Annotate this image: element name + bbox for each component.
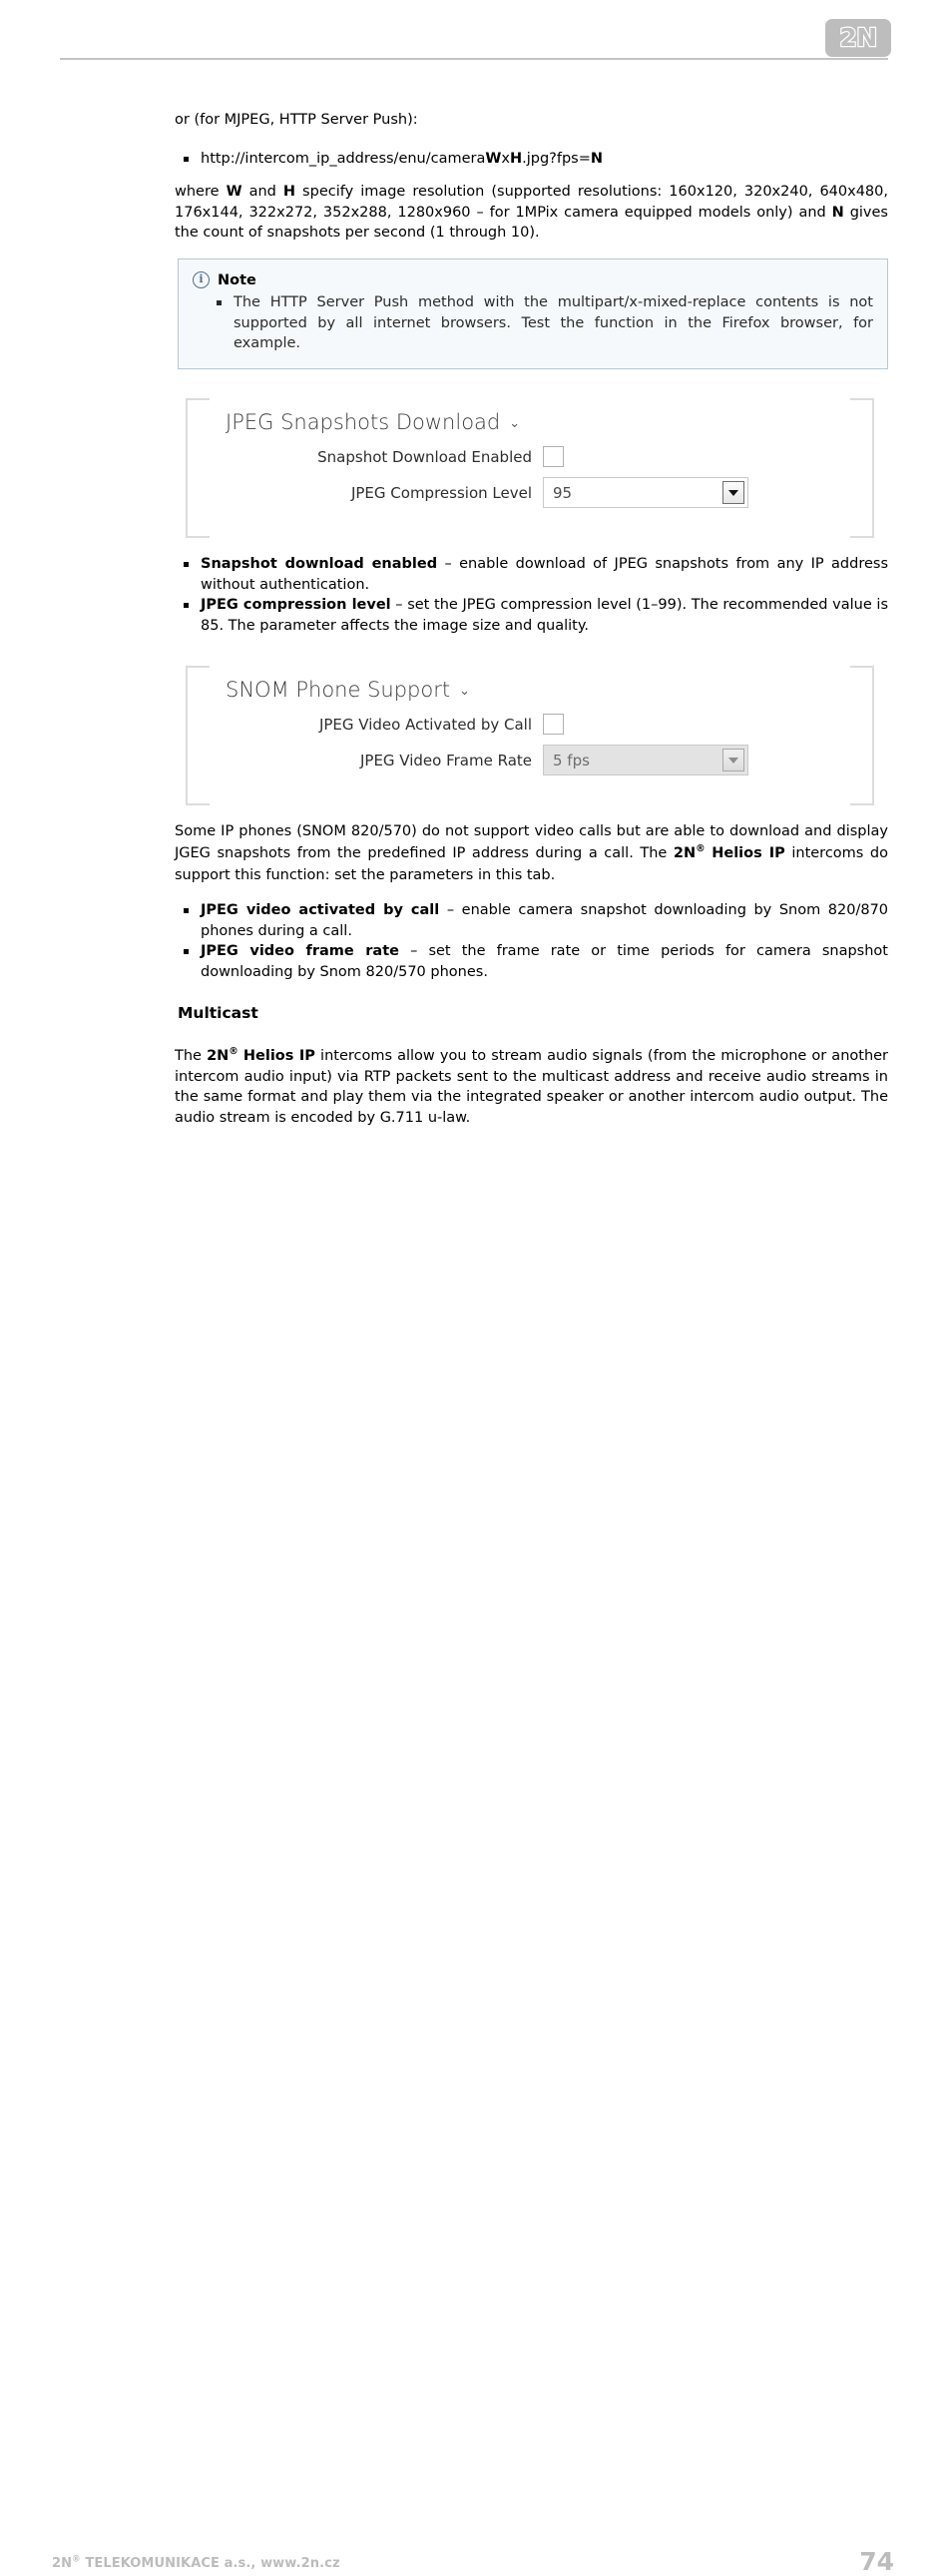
intro-lead: or (for MJPEG, HTTP Server Push): <box>175 112 418 128</box>
jpeg-snapshots-panel: JPEG Snapshots Download ⌄ Snapshot Downl… <box>181 384 879 538</box>
brand-logo: 2N <box>825 19 891 57</box>
intro-lead-block: or (for MJPEG, HTTP Server Push): <box>175 110 888 131</box>
note-box: i Note The HTTP Server Push method with … <box>178 258 888 369</box>
panel-bracket-left <box>186 398 210 538</box>
page-header: 2N <box>0 0 952 66</box>
jpeg-video-frame-rate-dropdown-button[interactable] <box>722 749 744 772</box>
url-bullet-list: http://intercom_ip_address/enu/cameraWxH… <box>175 149 888 170</box>
jpeg-video-frame-rate-label: JPEG Video Frame Rate <box>359 751 532 770</box>
brand-helios-ip: Helios IP <box>712 845 785 861</box>
snapshot-download-enabled-field <box>543 446 564 467</box>
url-x: x <box>501 151 510 167</box>
jpeg-video-activated-by-call-checkbox[interactable] <box>543 714 564 735</box>
jpeg-video-frame-rate-field: 5 fps <box>543 745 748 775</box>
multicast-paragraph-block: The 2N® Helios IP intercoms allow you to… <box>175 1046 888 1128</box>
list-item: JPEG compression level – set the JPEG co… <box>175 595 888 636</box>
footer-company-rest: TELEKOMUNIKACE a.s., www.2n.cz <box>80 2556 340 2571</box>
url-w: W <box>485 151 502 167</box>
list-item: JPEG video activated by call – enable ca… <box>175 900 888 941</box>
snom-bullet-block: JPEG video activated by call – enable ca… <box>175 900 888 982</box>
intro-paragraph: where W and H specify image resolution (… <box>175 182 888 244</box>
jpeg-video-frame-rate-select[interactable]: 5 fps <box>543 745 748 775</box>
snapshot-download-enabled-label: Snapshot Download Enabled <box>317 447 532 466</box>
url-bullet-item: http://intercom_ip_address/enu/cameraWxH… <box>175 149 888 170</box>
note-title: Note <box>218 271 256 288</box>
jpeg-video-activated-by-call-label: JPEG Video Activated by Call <box>318 715 532 734</box>
jpeg-compression-level-value: 95 <box>553 483 573 502</box>
url-prefix: http://intercom_ip_address/enu/camera <box>201 151 486 167</box>
jpeg-compression-level-field: 95 <box>543 477 748 508</box>
intro-h: H <box>282 184 296 200</box>
jpeg-compression-level-label: JPEG Compression Level <box>350 483 532 502</box>
registered-icon: ® <box>72 2554 81 2565</box>
bullet-dash: – <box>398 943 429 959</box>
brand-logo-text: 2N <box>838 22 878 53</box>
multicast-paragraph: The 2N® Helios IP intercoms allow you to… <box>175 1046 888 1128</box>
brand-helios-ip: Helios IP <box>242 1048 315 1064</box>
intro-w: W <box>226 184 242 200</box>
form-row-snapshot-download-enabled: Snapshot Download Enabled <box>181 446 879 467</box>
snom-bullet-list: JPEG video activated by call – enable ca… <box>175 900 888 982</box>
list-item: JPEG video frame rate – set the frame ra… <box>175 941 888 982</box>
brand-2n: 2N <box>207 1048 230 1064</box>
bullet-term: JPEG compression level <box>201 597 391 613</box>
brand-2n: 2N <box>673 845 697 861</box>
chevron-down-icon <box>728 757 738 764</box>
list-item: Snapshot download enabled – enable downl… <box>175 554 888 595</box>
bullet-dash: – <box>437 556 460 572</box>
multicast-p1: The <box>175 1048 208 1064</box>
info-icon: i <box>193 271 210 288</box>
jpeg-video-frame-rate-value: 5 fps <box>553 751 590 770</box>
note-header: i Note <box>193 271 873 288</box>
jpeg-video-activated-by-call-field <box>543 714 564 735</box>
url-n: N <box>590 151 604 167</box>
bullet-term: Snapshot download enabled <box>201 556 438 572</box>
bullet-term: JPEG video activated by call <box>201 902 440 918</box>
panel-bracket-left <box>186 666 210 805</box>
url-suffix: .jpg?fps= <box>522 151 591 167</box>
intro-p2: and <box>241 184 283 200</box>
multicast-heading-block: Multicast <box>178 1004 891 1022</box>
snom-panel-title[interactable]: SNOM Phone Support ⌄ <box>226 678 879 702</box>
jpeg-bullet-block: Snapshot download enabled – enable downl… <box>175 554 888 636</box>
jpeg-snapshots-panel-title-text: JPEG Snapshots Download <box>226 410 501 434</box>
document-page: 2N or (for MJPEG, HTTP Server Push): htt… <box>0 0 952 2576</box>
snom-phone-support-panel: SNOM Phone Support ⌄ JPEG Video Activate… <box>181 652 879 805</box>
url-bullet-block: http://intercom_ip_address/enu/cameraWxH… <box>175 149 888 170</box>
jpeg-snapshots-panel-title[interactable]: JPEG Snapshots Download ⌄ <box>226 410 879 434</box>
jpeg-bullet-list: Snapshot download enabled – enable downl… <box>175 554 888 636</box>
bullet-term: JPEG video frame rate <box>201 943 399 959</box>
snom-panel-title-text: SNOM Phone Support <box>226 678 451 702</box>
header-divider <box>60 58 888 60</box>
registered-icon: ® <box>696 843 706 855</box>
snapshot-download-enabled-checkbox[interactable] <box>543 446 564 467</box>
form-row-jpeg-video-activated-by-call: JPEG Video Activated by Call <box>181 714 879 735</box>
intro-paragraph-block: where W and H specify image resolution (… <box>175 182 888 244</box>
form-row-jpeg-video-frame-rate: JPEG Video Frame Rate 5 fps <box>181 745 879 775</box>
page-title: Multicast <box>178 1004 258 1022</box>
note-list: The HTTP Server Push method with the mul… <box>193 292 873 354</box>
intro-p1: where <box>175 184 227 200</box>
chevron-down-icon <box>728 489 738 496</box>
intro-n: N <box>831 204 844 221</box>
snom-paragraph: Some IP phones (SNOM 820/570) do not sup… <box>175 820 888 886</box>
chevron-down-icon[interactable]: ⌄ <box>509 417 520 430</box>
footer-company: 2N® TELEKOMUNIKACE a.s., www.2n.cz <box>52 2554 340 2571</box>
url-h: H <box>509 151 523 167</box>
jpeg-compression-level-select[interactable]: 95 <box>543 477 748 508</box>
bullet-dash: – <box>390 597 408 613</box>
registered-icon: ® <box>229 1046 238 1058</box>
page-number: 74 <box>859 2547 894 2576</box>
footer-company-2n: 2N <box>52 2556 73 2571</box>
bullet-dash: – <box>439 902 462 918</box>
form-row-jpeg-compression-level: JPEG Compression Level 95 <box>181 477 879 508</box>
chevron-down-icon[interactable]: ⌄ <box>459 685 470 698</box>
snom-paragraph-block: Some IP phones (SNOM 820/570) do not sup… <box>175 820 888 886</box>
note-list-item: The HTTP Server Push method with the mul… <box>193 292 873 354</box>
jpeg-compression-level-dropdown-button[interactable] <box>722 481 744 504</box>
page-footer: 2N® TELEKOMUNIKACE a.s., www.2n.cz 74 <box>0 1278 952 2576</box>
